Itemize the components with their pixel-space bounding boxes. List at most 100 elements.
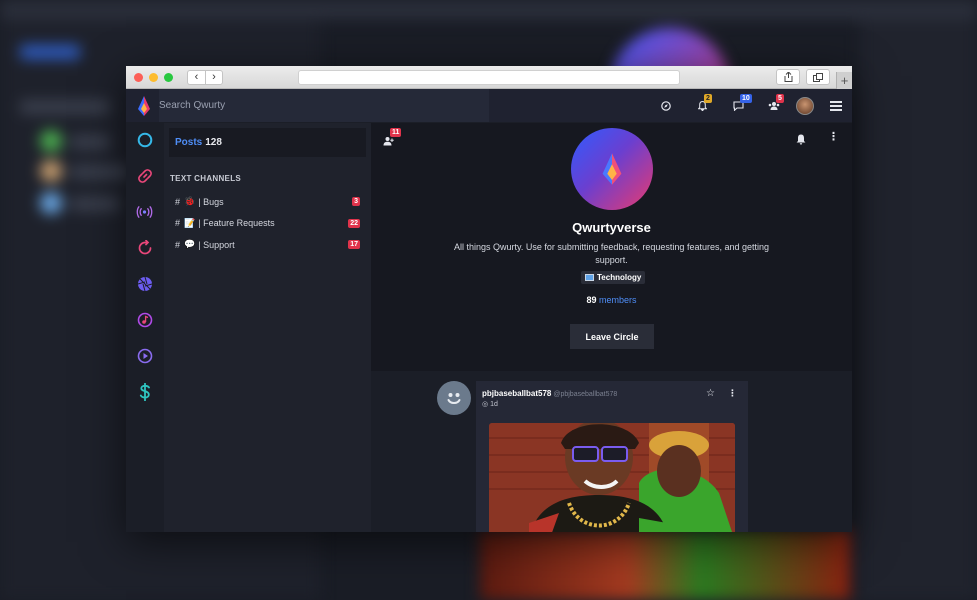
channels-panel: Posts 128 TEXT CHANNELS # 🐞 | Bugs 3 # 📝… xyxy=(164,123,371,532)
refresh-icon xyxy=(138,239,151,254)
rail-item-refresh[interactable] xyxy=(136,239,153,256)
text-channels-heading: TEXT CHANNELS xyxy=(170,174,242,183)
channel-unread-badge: 3 xyxy=(352,197,360,207)
favorite-button[interactable]: ☆ xyxy=(706,388,715,399)
header-actions: 2 10 5 xyxy=(648,89,842,122)
tabs-icon xyxy=(813,72,823,82)
channel-item-support[interactable]: # 💬 | Support 17 xyxy=(164,234,371,256)
rail-item-music[interactable] xyxy=(136,311,153,328)
channel-item-feature-requests[interactable]: # 📝 | Feature Requests 22 xyxy=(164,213,371,235)
post-card: pbjbaseballbat578 @pbjbaseballbat578 ◎ 1d… xyxy=(476,381,748,532)
member-label: members xyxy=(599,295,637,305)
community-avatar xyxy=(571,128,653,210)
app-header: Search Qwurty 2 10 5 xyxy=(126,89,852,122)
channel-unread-badge: 22 xyxy=(348,218,360,228)
menu-icon xyxy=(830,100,842,103)
circle-rail xyxy=(126,123,164,532)
rail-item-home[interactable] xyxy=(136,131,153,148)
search-placeholder: Search Qwurty xyxy=(159,100,226,111)
post-author-handle: @pbjbaseballbat578 xyxy=(553,391,618,398)
forward-button[interactable]: › xyxy=(205,69,223,85)
community-header: 11 ⋮ Qwurtyverse All things Qwurty. Use … xyxy=(371,123,852,371)
channel-item-bugs[interactable]: # 🐞 | Bugs 3 xyxy=(164,191,371,213)
hash-icon: # xyxy=(175,239,181,250)
minimize-window-button[interactable] xyxy=(149,72,158,82)
computer-icon xyxy=(585,274,594,281)
music-note-icon xyxy=(137,312,152,327)
member-count: 89 xyxy=(586,295,597,305)
community-notifications-button[interactable] xyxy=(796,132,806,150)
share-button[interactable] xyxy=(776,69,800,85)
community-options-button[interactable]: ⋮ xyxy=(828,132,839,143)
chevron-left-icon: ‹ xyxy=(194,70,199,83)
address-bar[interactable] xyxy=(298,70,680,85)
connections-button[interactable]: 5 xyxy=(756,93,792,111)
new-tab-button[interactable]: + xyxy=(836,72,852,89)
app-content: Posts 128 TEXT CHANNELS # 🐞 | Bugs 3 # 📝… xyxy=(126,123,852,532)
messages-badge: 10 xyxy=(740,93,752,103)
channel-label: | Support xyxy=(198,239,235,250)
window-controls xyxy=(134,72,173,82)
browser-window: ‹ › + Search Qwurty 2 10 5 Posts 128 TEX… xyxy=(126,66,852,532)
post-photo xyxy=(489,423,735,532)
hash-icon: # xyxy=(175,196,181,207)
post-time: 1d xyxy=(490,401,498,408)
rail-item-payments[interactable] xyxy=(136,382,153,401)
browser-toolbar-right xyxy=(776,69,830,85)
globe-icon: ◎ xyxy=(482,401,489,408)
rail-item-broadcast[interactable] xyxy=(136,203,153,220)
community-tag[interactable]: Technology xyxy=(581,271,646,284)
user-avatar xyxy=(796,96,814,115)
rail-item-aperture[interactable] xyxy=(136,275,153,292)
connections-badge: 5 xyxy=(776,93,784,103)
search-input[interactable]: Search Qwurty xyxy=(159,89,489,122)
channel-list: # 🐞 | Bugs 3 # 📝 | Feature Requests 22 #… xyxy=(164,191,371,256)
link-icon xyxy=(137,168,152,183)
maximize-window-button[interactable] xyxy=(164,72,173,82)
explore-button[interactable] xyxy=(648,100,684,111)
close-window-button[interactable] xyxy=(134,72,143,82)
notifications-button[interactable]: 2 xyxy=(684,93,720,111)
members-icon xyxy=(383,137,394,146)
qwurty-logo-icon xyxy=(138,95,150,116)
browser-titlebar: ‹ › + xyxy=(126,66,852,89)
post-image[interactable] xyxy=(489,423,735,532)
channel-unread-badge: 17 xyxy=(348,240,360,250)
smiley-avatar-icon xyxy=(447,393,461,404)
posts-count: 128 xyxy=(205,137,222,148)
rail-item-video[interactable] xyxy=(136,347,153,364)
messages-button[interactable]: 10 xyxy=(720,93,756,111)
vertical-dots-icon: ⋮ xyxy=(728,388,737,398)
tabs-overview-button[interactable] xyxy=(806,69,830,85)
speech-bubble-icon: 💬 xyxy=(184,239,196,250)
channel-label: | Feature Requests xyxy=(198,218,275,229)
ring-icon xyxy=(137,132,152,147)
post-author-avatar[interactable] xyxy=(437,381,471,415)
posts-label: Posts xyxy=(175,137,203,148)
compass-icon xyxy=(661,100,671,111)
channel-label: | Bugs xyxy=(198,196,224,207)
memo-icon: 📝 xyxy=(184,217,196,228)
post-options-button[interactable]: ⋮ xyxy=(728,388,737,399)
menu-button[interactable] xyxy=(830,100,842,111)
leave-circle-button[interactable]: Leave Circle xyxy=(570,324,654,349)
star-icon: ☆ xyxy=(706,388,715,399)
qwurty-logo-icon xyxy=(602,153,622,185)
hash-icon: # xyxy=(175,218,181,229)
members-badge: 11 xyxy=(390,128,402,137)
profile-button[interactable] xyxy=(792,96,818,115)
vertical-dots-icon: ⋮ xyxy=(828,131,839,143)
post-meta: ◎ 1d xyxy=(482,400,498,408)
aperture-icon xyxy=(137,276,152,291)
post-author[interactable]: pbjbaseballbat578 @pbjbaseballbat578 xyxy=(482,389,617,398)
rail-item-links[interactable] xyxy=(136,167,153,184)
main-panel: 11 ⋮ Qwurtyverse All things Qwurty. Use … xyxy=(371,123,852,532)
members-button[interactable]: 11 xyxy=(383,128,402,146)
play-icon xyxy=(137,348,152,363)
notifications-badge: 2 xyxy=(704,93,712,103)
posts-tab[interactable]: Posts 128 xyxy=(169,128,366,157)
community-members[interactable]: 89 members xyxy=(371,295,852,305)
history-nav: ‹ › xyxy=(187,69,223,85)
post-author-name: pbjbaseballbat578 xyxy=(482,389,552,398)
back-button[interactable]: ‹ xyxy=(187,69,205,85)
